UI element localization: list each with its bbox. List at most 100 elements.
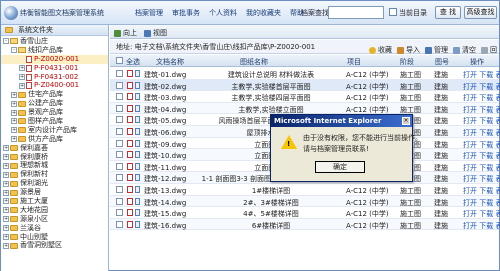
attachment-icon[interactable] xyxy=(135,186,140,193)
row-checkbox[interactable] xyxy=(116,220,123,228)
attachment-icon[interactable] xyxy=(135,104,140,112)
expand-icon[interactable]: + xyxy=(3,162,9,169)
expand-icon[interactable]: + xyxy=(3,216,9,223)
row-actions[interactable]: 打开 下载 表示评 xyxy=(463,186,500,196)
expand-icon[interactable]: + xyxy=(11,91,17,98)
pdf-icon[interactable] xyxy=(127,197,133,205)
pdf-icon[interactable] xyxy=(127,116,133,124)
row-checkbox[interactable] xyxy=(116,162,123,170)
row-actions[interactable]: 打开 下载 表示评 xyxy=(463,221,500,231)
tree-node[interactable]: + 保利新村 xyxy=(1,170,108,179)
expand-icon[interactable]: + xyxy=(3,189,9,196)
header-drawing-no[interactable]: 图号 xyxy=(435,57,449,67)
attachment-icon[interactable] xyxy=(135,128,140,135)
row-actions[interactable]: 打开 下载 表示评 xyxy=(463,82,500,92)
row-actions[interactable]: 打开 下载 表示评 xyxy=(463,128,500,138)
menu-archive[interactable]: 档案管理 xyxy=(135,8,163,18)
tree-node[interactable]: + 理想新城 xyxy=(1,161,108,170)
search-button[interactable]: 查 找 xyxy=(435,6,461,19)
expand-icon[interactable]: + xyxy=(3,242,9,249)
file-name[interactable]: 建筑-05.dwg xyxy=(144,116,186,126)
expand-icon[interactable]: + xyxy=(3,207,9,214)
table-row[interactable]: 建筑-03.dwg 主教学,实验楼四层平面图 A-C12 (中学) 施工图 建施 打开 下… xyxy=(110,91,500,103)
pdf-icon[interactable] xyxy=(127,174,133,182)
row-checkbox[interactable] xyxy=(116,139,123,147)
pdf-icon[interactable] xyxy=(127,151,133,159)
row-actions[interactable]: 打开 下载 表示评 xyxy=(463,151,500,161)
table-row[interactable]: 建筑-16.dwg 6#楼梯详图 A-C12 (中学) 施工图 建施 打开 下载 表示评 xyxy=(110,218,500,231)
pdf-icon[interactable] xyxy=(127,104,133,112)
expand-icon[interactable]: + xyxy=(3,198,9,205)
pdf-icon[interactable] xyxy=(127,139,133,147)
expand-icon[interactable]: + xyxy=(3,225,9,232)
tree-node[interactable]: + 保利湖光 xyxy=(1,179,108,188)
attachment-icon[interactable] xyxy=(135,81,140,89)
dialog-close-button[interactable]: × xyxy=(402,117,410,125)
expand-icon[interactable]: + xyxy=(11,100,17,107)
pdf-icon[interactable] xyxy=(127,162,133,170)
attachment-icon[interactable] xyxy=(135,93,140,101)
row-actions[interactable]: 打开 下载 表示评 xyxy=(463,198,500,208)
expand-icon[interactable]: + xyxy=(3,154,9,161)
row-actions[interactable]: 打开 下载 表示评 xyxy=(463,105,500,115)
expand-icon[interactable]: + xyxy=(3,171,9,178)
collapse-icon[interactable]: - xyxy=(11,47,17,54)
dialog-ok-button[interactable]: 确定 xyxy=(315,161,365,173)
select-all-checkbox[interactable] xyxy=(116,57,123,64)
tree-node[interactable]: + 施工大厦 xyxy=(1,197,108,206)
expand-icon[interactable]: + xyxy=(11,136,17,143)
expand-icon[interactable]: + xyxy=(11,127,17,134)
tree-node[interactable]: + 公建产品库 xyxy=(1,99,108,108)
file-name[interactable]: 建筑-06.dwg xyxy=(144,128,186,138)
row-checkbox[interactable] xyxy=(116,174,123,182)
up-button[interactable]: 向上 xyxy=(114,28,137,38)
header-stage[interactable]: 阶段 xyxy=(400,57,414,67)
expand-icon[interactable]: + xyxy=(19,82,25,89)
row-checkbox[interactable] xyxy=(116,116,123,124)
row-actions[interactable]: 打开 下载 表示评 xyxy=(463,163,500,173)
pdf-icon[interactable] xyxy=(127,93,133,101)
file-name[interactable]: 建筑-04.dwg xyxy=(144,105,186,115)
table-row[interactable]: 建筑-13.dwg 1#楼梯详图 A-C12 (中学) 施工图 建施 打开 下载 表示评 xyxy=(110,184,500,196)
row-actions[interactable]: 打开 下载 表示评 xyxy=(463,93,500,103)
row-checkbox[interactable] xyxy=(116,70,123,77)
file-name[interactable]: 建筑-01.dwg xyxy=(144,70,186,80)
tree-node[interactable]: + 香雪洞别墅区 xyxy=(1,241,108,250)
tree-node[interactable]: + P-Z0400-001 xyxy=(1,81,108,90)
row-checkbox[interactable] xyxy=(116,81,123,89)
expand-icon[interactable]: + xyxy=(3,145,9,152)
expand-icon[interactable]: + xyxy=(3,234,9,241)
row-checkbox[interactable] xyxy=(116,104,123,112)
attachment-icon[interactable] xyxy=(135,116,140,124)
file-name[interactable]: 建筑-11.dwg xyxy=(144,163,186,173)
tree-node[interactable]: + 保利嘉荟 xyxy=(1,144,108,153)
tree-node[interactable]: + 景观产品库 xyxy=(1,108,108,117)
header-file-name[interactable]: 文档名称 xyxy=(156,57,184,67)
table-row[interactable]: 建筑-04.dwg 主教学,实验楼立面图 A-C12 (中学) 施工图 建施 打开 下载 … xyxy=(110,102,500,115)
tree-node[interactable]: + 源泉小区 xyxy=(1,215,108,224)
attachment-icon[interactable] xyxy=(135,162,140,170)
row-checkbox[interactable] xyxy=(116,209,123,217)
tree-node[interactable]: + P-F0431-001 xyxy=(1,64,108,73)
tree-node[interactable]: + 保利康桥 xyxy=(1,153,108,162)
attachment-icon[interactable] xyxy=(135,70,140,77)
tree-node[interactable]: + 兰溪谷 xyxy=(1,224,108,233)
pdf-icon[interactable] xyxy=(127,209,133,217)
pdf-icon[interactable] xyxy=(127,128,133,135)
attachment-icon[interactable] xyxy=(135,197,140,205)
menu-profile[interactable]: 个人资料 xyxy=(209,8,237,18)
view-button[interactable]: 视图 xyxy=(144,28,167,38)
attachment-icon[interactable] xyxy=(135,209,140,217)
header-project[interactable]: 项目 xyxy=(347,57,361,67)
table-row[interactable]: 建筑-01.dwg 建筑设计总说明 材料做法表 A-C12 (中学) 施工图 建施 打开 … xyxy=(110,68,500,80)
attachment-icon[interactable] xyxy=(135,151,140,159)
row-checkbox[interactable] xyxy=(116,93,123,101)
expand-icon[interactable]: + xyxy=(11,109,17,116)
file-name[interactable]: 建筑-02.dwg xyxy=(144,82,186,92)
row-actions[interactable]: 打开 下载 表示评 xyxy=(463,174,500,184)
tree-node[interactable]: - 香雪山庄 xyxy=(1,37,108,46)
menu-approval[interactable]: 审批事务 xyxy=(172,8,200,18)
row-actions[interactable]: 打开 下载 表示评 xyxy=(463,140,500,150)
tree-node[interactable]: + 室内设计产品库 xyxy=(1,126,108,135)
expand-icon[interactable]: + xyxy=(19,74,25,80)
